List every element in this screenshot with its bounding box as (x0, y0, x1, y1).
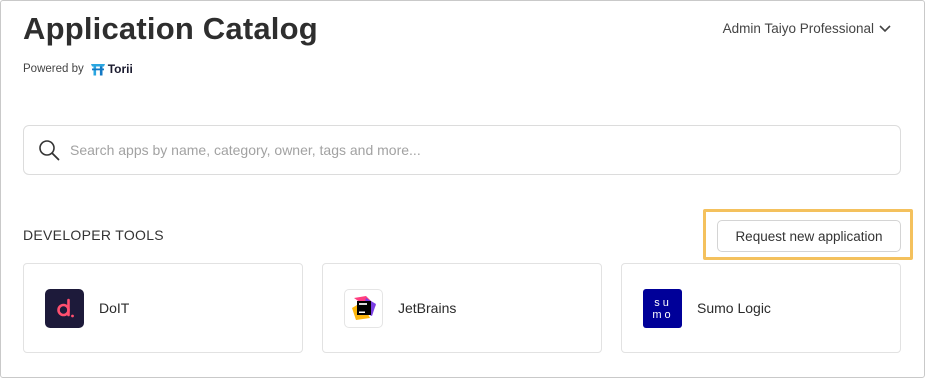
app-name: JetBrains (398, 300, 457, 316)
svg-text:mo: mo (652, 309, 673, 321)
sumo-logic-logo-icon: su mo (643, 288, 682, 328)
torii-logo-icon (90, 63, 105, 75)
app-card-jetbrains[interactable]: JetBrains (322, 263, 602, 353)
torii-logo[interactable]: Torii (90, 62, 133, 76)
app-card-doit[interactable]: DoIT (23, 263, 303, 353)
page-title: Application Catalog (23, 11, 318, 46)
doit-logo-icon (45, 288, 84, 328)
app-name: Sumo Logic (697, 300, 771, 316)
app-card-sumo-logic[interactable]: su mo Sumo Logic (621, 263, 901, 353)
torii-brand-name: Torii (107, 62, 133, 76)
user-menu-label: Admin Taiyo Professional (722, 21, 874, 36)
powered-by: Powered by Torii (23, 62, 133, 76)
search-bar[interactable] (23, 125, 901, 175)
search-icon (39, 140, 60, 161)
powered-by-label: Powered by (23, 63, 84, 75)
chevron-down-icon (879, 24, 891, 32)
jetbrains-logo-icon (344, 288, 383, 328)
request-new-application-button[interactable]: Request new application (717, 220, 901, 252)
svg-text:su: su (654, 297, 672, 309)
user-menu[interactable]: Admin Taiyo Professional (723, 21, 892, 36)
section-title-developer-tools: DEVELOPER TOOLS (23, 227, 164, 243)
search-input[interactable] (70, 142, 870, 158)
app-name: DoIT (99, 300, 130, 316)
